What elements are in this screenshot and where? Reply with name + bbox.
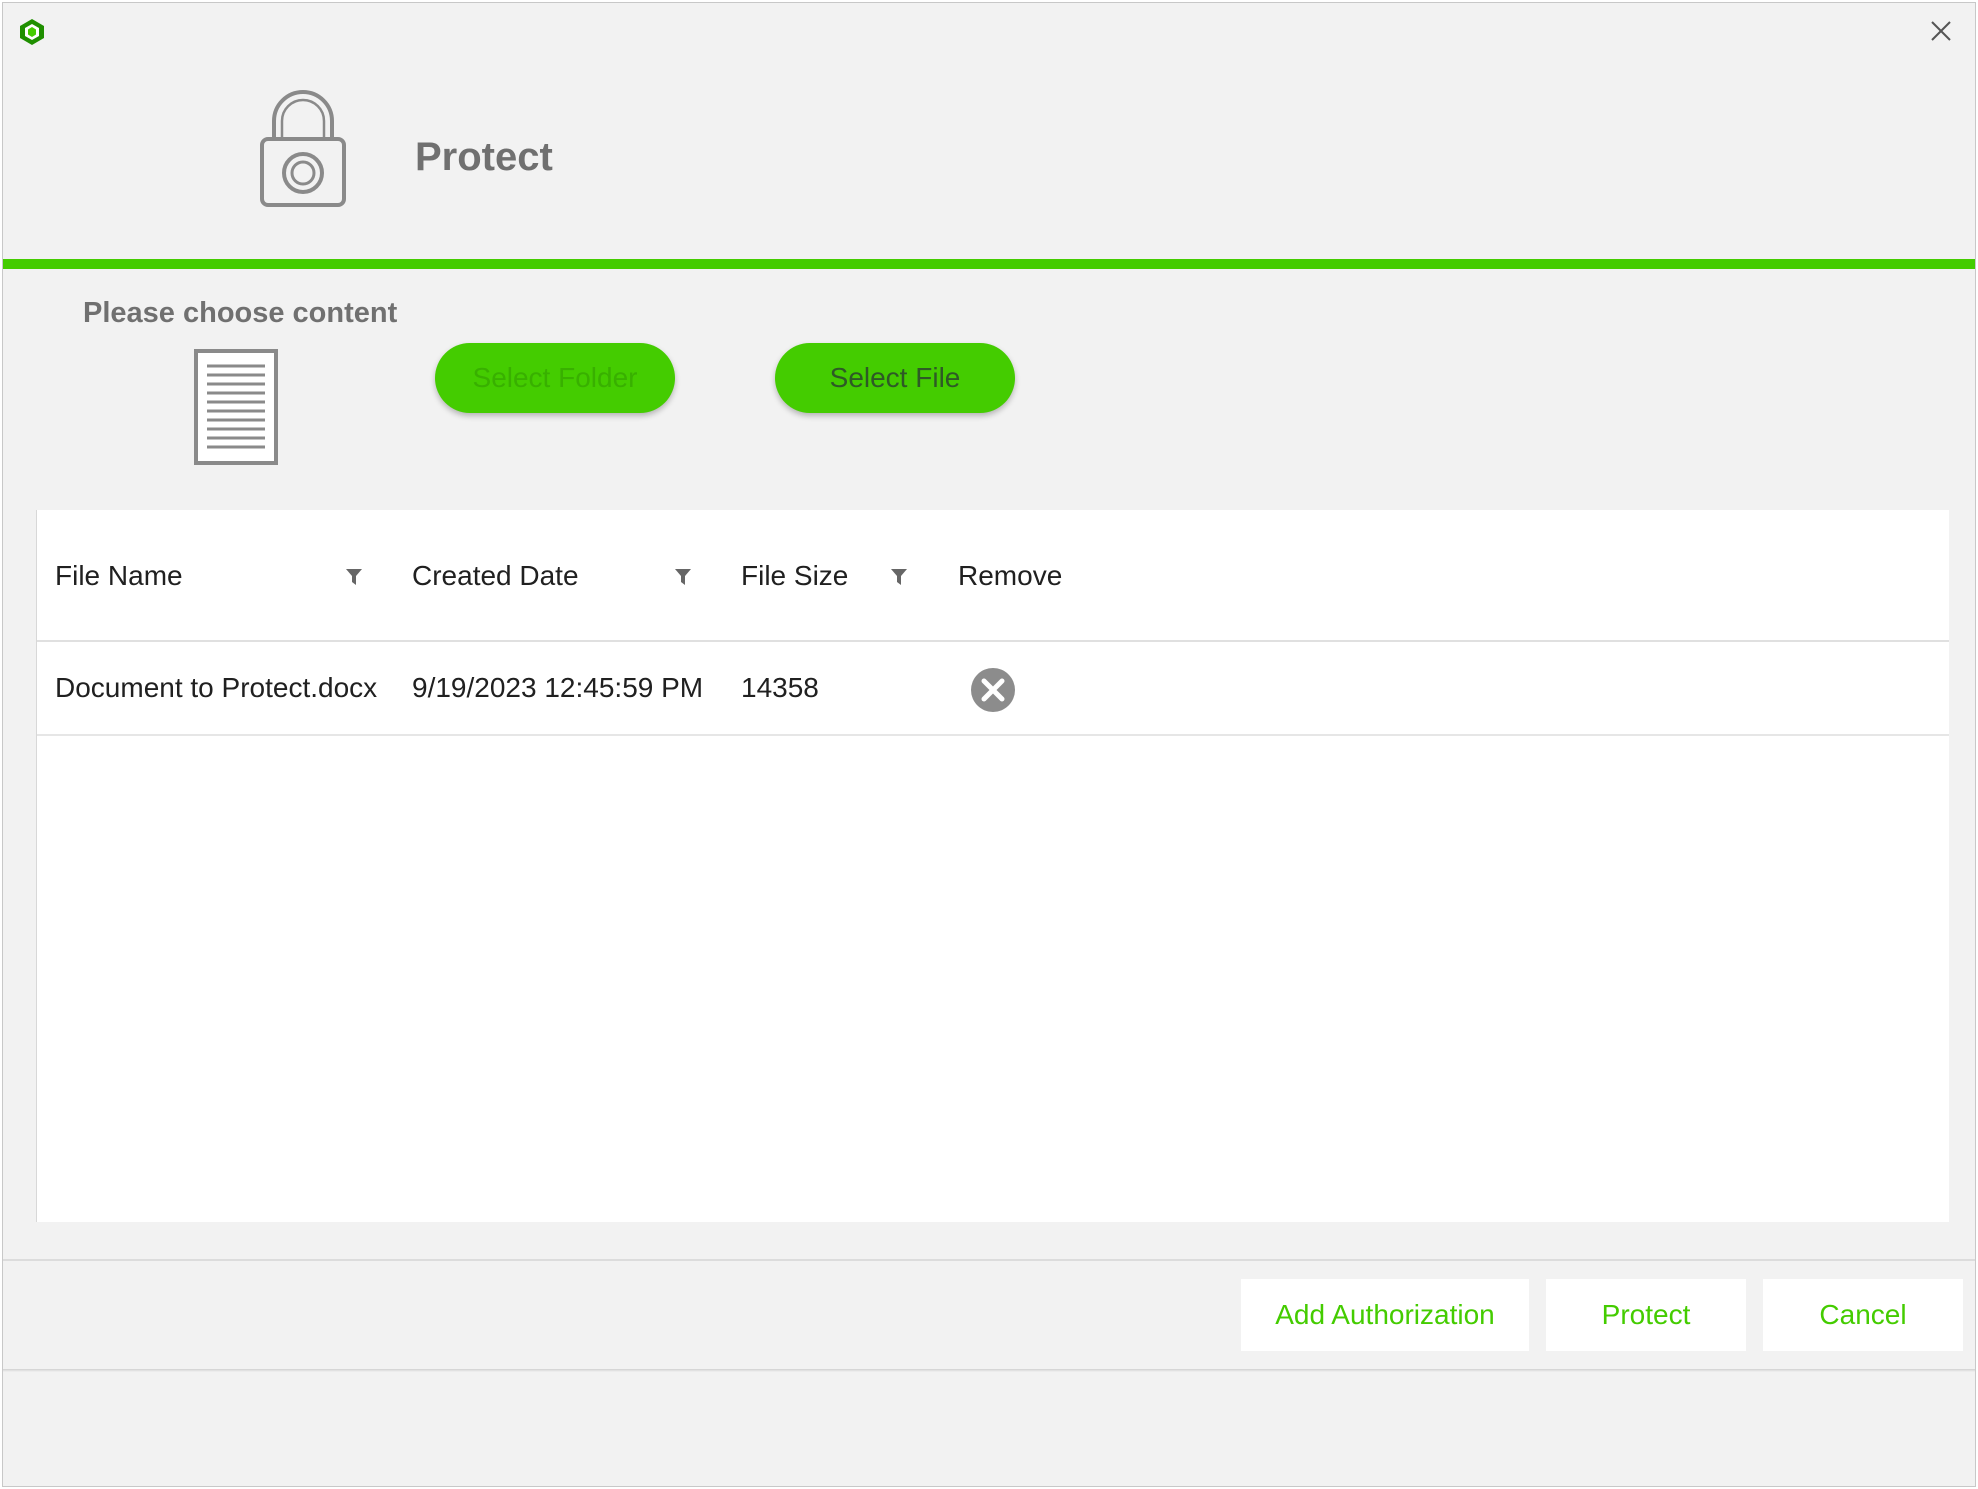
remove-circle-icon[interactable]	[970, 667, 1016, 713]
page-title: Protect	[415, 135, 553, 179]
add-authorization-button[interactable]: Add Authorization	[1241, 1279, 1529, 1351]
table-row[interactable]: Document to Protect.docx 9/19/2023 12:45…	[37, 642, 1949, 736]
column-header-file-name[interactable]: File Name	[55, 560, 183, 592]
cell-created-date: 9/19/2023 12:45:59 PM	[412, 672, 704, 703]
filter-icon[interactable]	[674, 568, 692, 586]
select-file-button[interactable]: Select File	[775, 343, 1015, 413]
select-folder-button[interactable]: Select Folder	[435, 343, 675, 413]
file-table: File Name Created Date File Size Remove …	[36, 510, 1949, 1222]
close-icon	[1931, 21, 1951, 41]
filter-icon[interactable]	[345, 568, 363, 586]
column-header-file-size[interactable]: File Size	[741, 560, 848, 592]
cell-file-size: 14358	[741, 672, 819, 703]
choose-content-label: Please choose content	[83, 297, 398, 329]
column-header-remove: Remove	[958, 560, 1063, 591]
title-bar	[3, 3, 1975, 59]
header: Protect	[3, 59, 1975, 259]
protect-button[interactable]: Protect	[1546, 1279, 1746, 1351]
filter-icon[interactable]	[890, 568, 908, 586]
cancel-button[interactable]: Cancel	[1763, 1279, 1963, 1351]
footer-shadow	[3, 1369, 1975, 1372]
footer: Add Authorization Protect Cancel	[3, 1261, 1975, 1369]
protect-dialog: Protect Please choose content Select Fol…	[2, 2, 1976, 1487]
cell-file-name: Document to Protect.docx	[55, 672, 378, 703]
app-logo-icon	[17, 17, 47, 47]
lock-icon	[258, 87, 348, 211]
table-header: File Name Created Date File Size Remove	[37, 510, 1949, 642]
column-header-created-date[interactable]: Created Date	[412, 560, 579, 592]
accent-divider	[3, 259, 1975, 269]
close-button[interactable]	[1921, 13, 1961, 49]
document-icon	[193, 348, 279, 466]
